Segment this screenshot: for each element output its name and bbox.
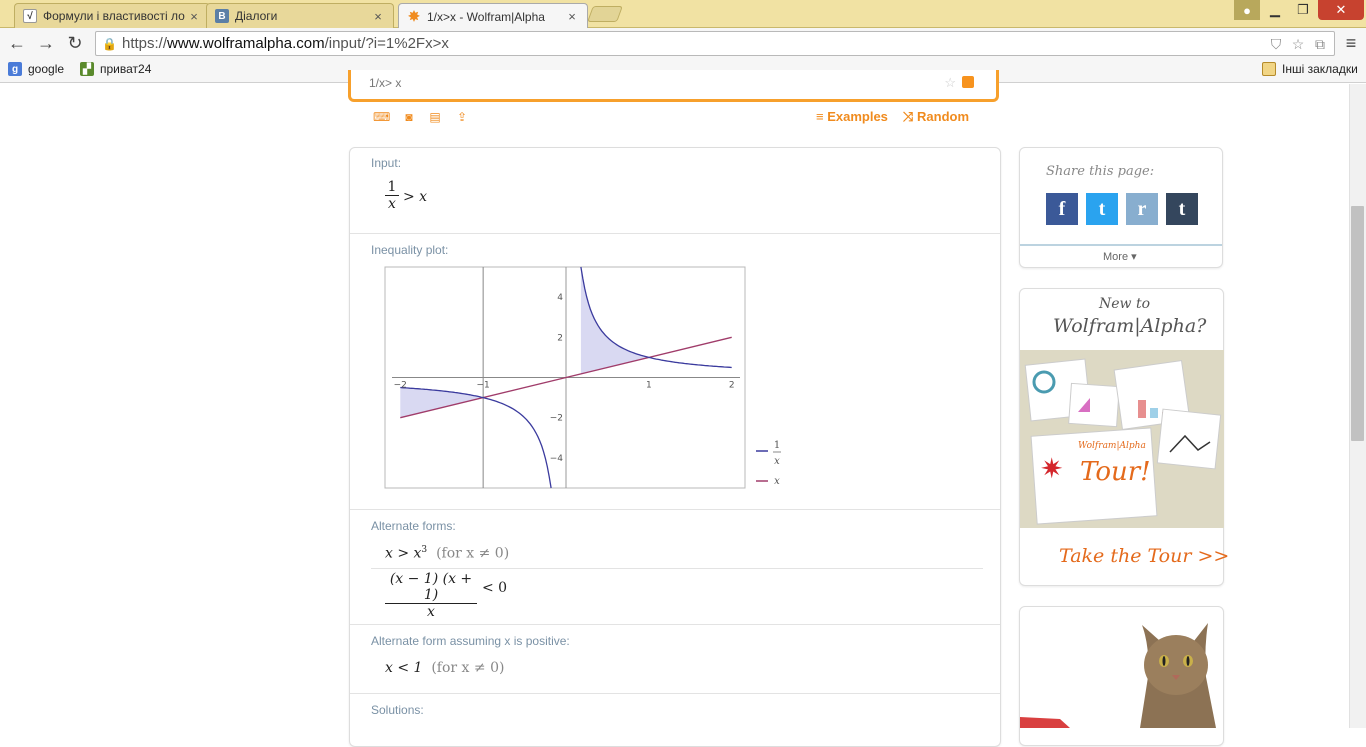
y-tick-label: 4 (557, 293, 563, 303)
wolfram-favicon: ✸ (408, 8, 420, 24)
forward-icon[interactable]: → (35, 32, 57, 54)
bookmark-star-icon[interactable]: ☆ (1290, 36, 1306, 52)
browser-toolbar: ← → ↻ 🔒 https://www.wolframalpha.com/inp… (0, 28, 1366, 59)
search-query: 1/x> x (369, 76, 402, 90)
y-tick-label: −4 (550, 454, 564, 464)
table-icon[interactable]: ▤ (427, 110, 443, 124)
search-input[interactable]: 1/x> x ☆ (348, 70, 999, 102)
more-share-button[interactable]: More ▾ (1103, 250, 1137, 263)
tab-dialogs[interactable]: B Діалоги × (206, 3, 394, 28)
new-to-text: New to (1099, 296, 1151, 312)
twitter-icon[interactable]: t (1086, 193, 1118, 225)
close-tab-icon[interactable]: × (187, 9, 201, 24)
tour-illustration: Wolfram|Alpha Tour! ✷ (1020, 350, 1224, 528)
keyboard-icon[interactable]: ⌨ (373, 110, 390, 124)
favorite-star-icon[interactable]: ☆ (944, 75, 956, 91)
close-tab-icon[interactable]: × (565, 9, 579, 24)
fraction-denominator: x (385, 195, 399, 212)
input-fraction: 1 x (385, 179, 399, 212)
alternate-form-2-rest: < 0 (482, 580, 508, 596)
share-title: Share this page: (1046, 164, 1155, 179)
alternate-forms-title: Alternate forms: (371, 519, 456, 533)
reddit-icon[interactable]: r (1126, 193, 1158, 225)
lock-icon: 🔒 (102, 36, 117, 51)
pod-separator (350, 624, 1000, 625)
translate-icon[interactable]: ⧉ (1312, 36, 1328, 52)
pod-separator (350, 233, 1000, 234)
bookmark-label: Інші закладки (1282, 62, 1358, 76)
tab-title: Діалоги (235, 9, 278, 23)
back-icon[interactable]: ← (6, 32, 28, 54)
fraction-numerator: (x − 1) (x + 1) (389, 571, 473, 603)
alternate-form-1: x > x3 (for x ≠ 0) (385, 545, 510, 562)
wolfram-star-icon: ✷ (1040, 452, 1063, 485)
facebook-icon[interactable]: f (1046, 193, 1078, 225)
formula-favicon: √ (23, 9, 37, 23)
tab-title: 1/x>x - Wolfram|Alpha (427, 9, 545, 24)
plot-pod-title: Inequality plot: (371, 243, 449, 257)
random-link[interactable]: ⤨ Random (903, 109, 969, 125)
alternate-form-2-fraction: (x − 1) (x + 1) x (385, 571, 477, 620)
fraction-numerator: 1 (387, 179, 397, 195)
search-go-icon[interactable] (962, 76, 974, 88)
minimize-icon[interactable]: ▁ (1262, 0, 1288, 20)
y-tick-label: −2 (550, 414, 563, 424)
close-tab-icon[interactable]: × (371, 9, 385, 24)
pod-inner-separator (371, 568, 983, 569)
legend-label-den: x (774, 456, 780, 467)
bookmark-label: приват24 (100, 62, 152, 76)
alternate-positive-form: x < 1 (for x ≠ 0) (385, 660, 505, 676)
legend-label-x: x (774, 476, 780, 487)
cat-image (1020, 623, 1216, 728)
user-profile-icon[interactable]: ● (1234, 0, 1260, 20)
tab-wolfram[interactable]: ✸ 1/x>x - Wolfram|Alpha × (398, 3, 588, 29)
tumblr-icon[interactable]: t (1166, 193, 1198, 225)
reload-icon[interactable]: ↻ (64, 32, 86, 54)
pod-separator (350, 693, 1000, 694)
google-icon: g (8, 62, 22, 76)
examples-link[interactable]: ≡ Examples (816, 109, 888, 124)
bookmark-label: google (28, 62, 65, 76)
pod-separator (350, 509, 1000, 510)
input-rest: > x (403, 189, 428, 205)
fraction-denominator: x (385, 603, 477, 620)
tab-formulas[interactable]: √ Формули і властивості ло × (14, 3, 210, 28)
wolfram-alpha-brand: Wolfram|Alpha? (1053, 315, 1207, 337)
x-tick-label: −2 (394, 381, 407, 391)
x-tick-label: 1 (646, 381, 652, 391)
y-tick-label: 2 (557, 333, 563, 343)
bookmark-google[interactable]: g google (8, 62, 64, 76)
shield-icon[interactable]: ⛉ (1268, 36, 1284, 52)
upload-icon[interactable]: ⇪ (454, 110, 470, 124)
close-window-icon[interactable]: ✕ (1318, 0, 1364, 20)
solutions-title: Solutions: (371, 703, 424, 717)
tab-title: Формули і властивості ло (43, 9, 185, 23)
bookmark-privat24[interactable]: ▞ приват24 (80, 62, 151, 76)
inequality-plot: −2 −1 1 2 4 2 −2 −4 1 x x (384, 266, 781, 489)
new-tab-button[interactable] (587, 6, 623, 22)
url-text: https://www.wolframalpha.com/input/?i=1%… (122, 35, 449, 52)
privat24-icon: ▞ (80, 62, 94, 76)
x-tick-label: 2 (729, 381, 735, 391)
scrollbar-thumb[interactable] (1351, 206, 1364, 441)
vk-favicon: B (215, 9, 229, 23)
alternate-positive-title: Alternate form assuming x is positive: (371, 634, 570, 648)
tour-word-text: Tour! (1080, 457, 1151, 487)
input-pod-title: Input: (371, 156, 402, 170)
restore-icon[interactable]: ❐ (1290, 0, 1316, 20)
menu-icon[interactable]: ≡ (1340, 32, 1362, 54)
tour-brand-text: Wolfram|Alpha (1078, 441, 1146, 451)
take-tour-link[interactable]: Take the Tour >> (1059, 545, 1229, 567)
camera-icon[interactable]: ◙ (401, 110, 417, 124)
x-tick-label: −1 (477, 381, 490, 391)
share-divider (1020, 244, 1222, 246)
legend-label-num: 1 (774, 440, 780, 451)
address-bar[interactable]: 🔒 https://www.wolframalpha.com/input/?i=… (95, 31, 1335, 56)
tab-strip: √ Формули і властивості ло × B Діалоги ×… (0, 0, 1366, 29)
folder-icon (1262, 62, 1276, 76)
other-bookmarks[interactable]: Інші закладки (1262, 62, 1358, 76)
